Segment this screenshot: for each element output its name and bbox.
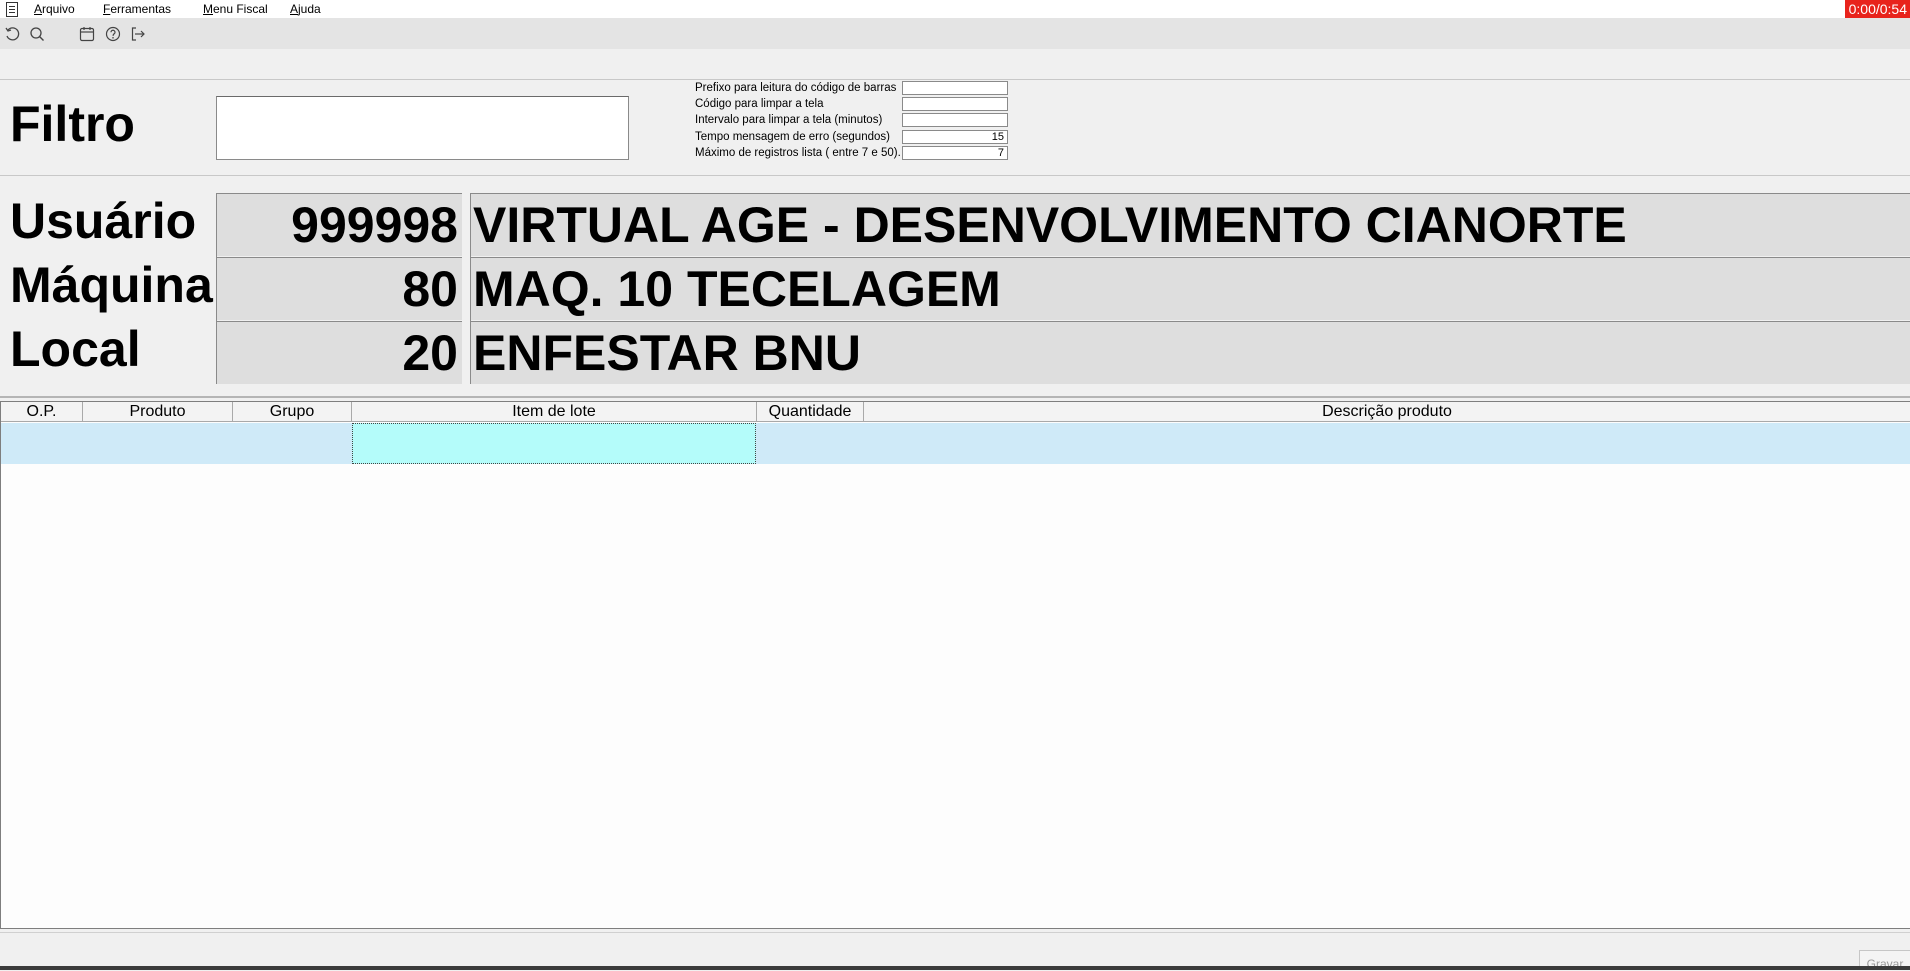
menu-arquivo[interactable]: Arquivo [34, 2, 75, 16]
column-header-op[interactable]: O.P. [1, 402, 83, 422]
column-header-produto[interactable]: Produto [83, 402, 233, 422]
timer-badge: 0:00/0:54 [1844, 0, 1910, 19]
maquina-name: MAQ. 10 TECELAGEM [470, 257, 1910, 320]
usuario-label: Usuário [10, 193, 197, 249]
menu-fiscal[interactable]: Menu Fiscal [203, 2, 268, 16]
app-icon[interactable] [6, 2, 18, 17]
item-lote-cell-editor[interactable] [352, 423, 756, 464]
clear-interval-input[interactable] [902, 113, 1008, 127]
local-label: Local [10, 321, 141, 377]
filter-input[interactable] [216, 96, 629, 160]
menu-bar: Arquivo Ferramentas Menu Fiscal Ajuda 0:… [0, 0, 1910, 19]
menu-ajuda[interactable]: Ajuda [290, 2, 321, 16]
filter-label: Filtro [10, 96, 135, 152]
menu-ferramentas[interactable]: Ferramentas [103, 2, 171, 16]
column-header-quantidade[interactable]: Quantidade [757, 402, 864, 422]
error-time-input[interactable]: 15 [902, 130, 1008, 144]
undo-icon[interactable] [3, 25, 21, 43]
local-code: 20 [216, 321, 462, 384]
items-grid[interactable]: O.P. Produto Grupo Item de lote Quantida… [0, 401, 1910, 929]
exit-icon[interactable] [129, 25, 147, 43]
clear-code-label: Código para limpar a tela [695, 98, 824, 110]
maquina-code: 80 [216, 257, 462, 320]
name-column-border [470, 193, 471, 384]
barcode-prefix-input[interactable] [902, 81, 1008, 95]
calendar-icon[interactable] [78, 25, 96, 43]
max-records-label: Máximo de registros lista ( entre 7 e 50… [695, 147, 901, 159]
info-divider [0, 396, 1910, 398]
barcode-prefix-label: Prefixo para leitura do código de barras [695, 82, 897, 94]
table-row[interactable] [1, 423, 1910, 464]
search-icon[interactable] [28, 25, 46, 43]
column-header-descricao[interactable]: Descrição produto [864, 402, 1910, 422]
column-header-item-lote[interactable]: Item de lote [352, 402, 757, 422]
usuario-code: 999998 [216, 193, 462, 256]
maquina-label: Máquina [10, 257, 213, 313]
filter-divider [0, 175, 1910, 176]
clear-interval-label: Intervalo para limpar a tela (minutos) [695, 114, 883, 126]
column-header-grupo[interactable]: Grupo [233, 402, 352, 422]
local-name: ENFESTAR BNU [470, 321, 1910, 384]
code-column-border [216, 193, 217, 384]
error-time-label: Tempo mensagem de erro (segundos) [695, 131, 890, 143]
help-icon[interactable] [104, 25, 122, 43]
max-records-input[interactable]: 7 [902, 146, 1008, 160]
clear-code-input[interactable] [902, 97, 1008, 111]
toolbar [0, 18, 1910, 49]
toolbar-spacer [0, 49, 1910, 80]
window-bottom-border [0, 966, 1910, 970]
usuario-name: VIRTUAL AGE - DESENVOLVIMENTO CIANORTE [470, 193, 1910, 256]
